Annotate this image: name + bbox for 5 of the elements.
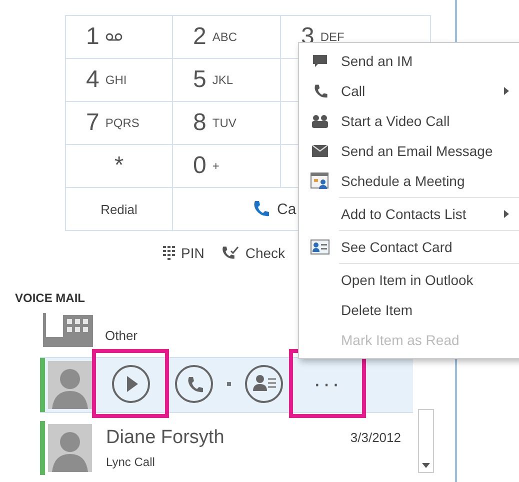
call-type: Lync Call [106, 455, 156, 469]
caller-name: Diane Forsyth [106, 427, 226, 449]
call-date: 3/3/2012 [350, 430, 401, 445]
group-label: Other [105, 328, 138, 343]
section-heading: VOICE MAIL [15, 291, 86, 305]
